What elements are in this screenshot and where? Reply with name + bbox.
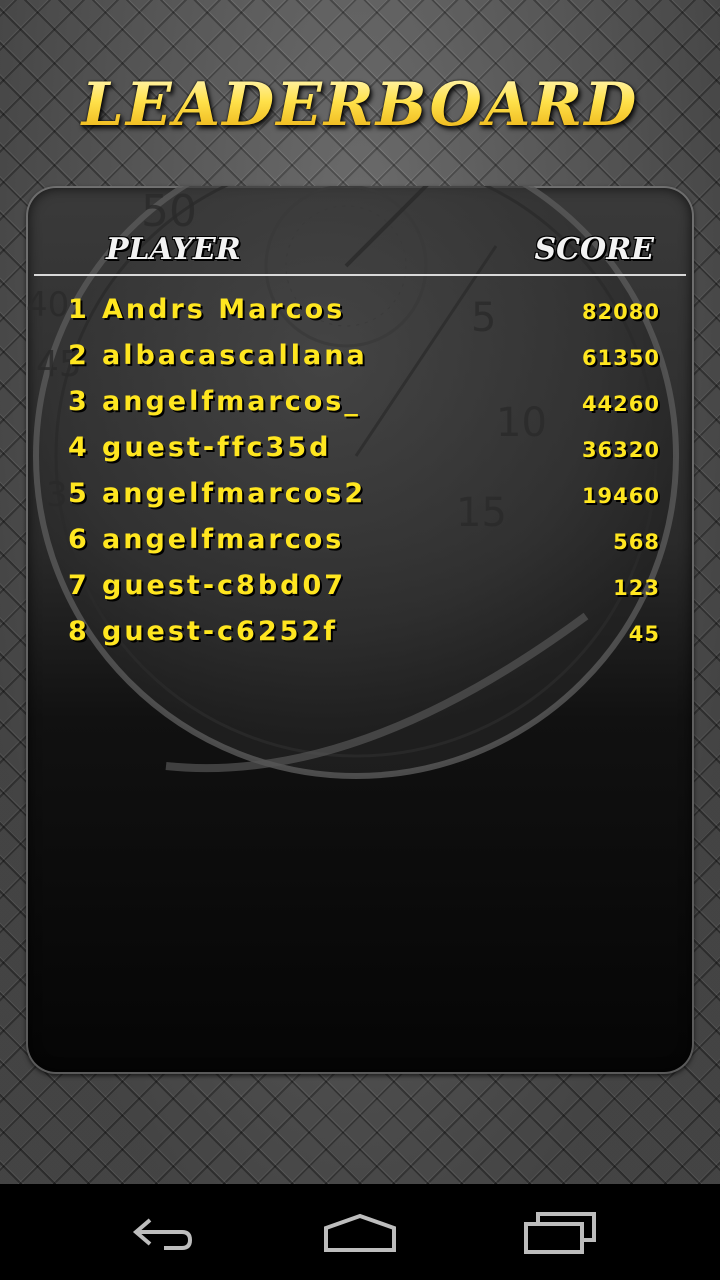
- header-divider: [34, 274, 686, 276]
- screen: LEADERBOARD 50 5 10 15 45 35 40 PLAYER S…: [0, 0, 720, 1280]
- leaderboard-row: 6 angelfmarcos 568: [26, 520, 694, 566]
- page-title: LEADERBOARD: [0, 70, 720, 140]
- leaderboard-row: 7 guest-c8bd07 123: [26, 566, 694, 612]
- player-name: albacascallana: [102, 340, 368, 371]
- player-score: 568: [613, 530, 660, 554]
- leaderboard-row: 3 angelfmarcos_ 44260: [26, 382, 694, 428]
- player-score: 123: [613, 576, 660, 600]
- svg-text:50: 50: [141, 186, 197, 237]
- recent-apps-button[interactable]: [500, 1202, 620, 1262]
- player-score: 19460: [581, 484, 660, 508]
- leaderboard-row: 2 albacascallana 61350: [26, 336, 694, 382]
- leaderboard-panel: 50 5 10 15 45 35 40 PLAYER SCORE 1 Andrs…: [26, 186, 694, 1074]
- player-column-header: PLAYER: [106, 232, 241, 267]
- player-score: 82080: [581, 300, 660, 324]
- player-score: 36320: [581, 438, 660, 462]
- leaderboard-row: 1 Andrs Marcos 82080: [26, 290, 694, 336]
- player-name: guest-c6252f: [102, 616, 338, 647]
- recent-apps-icon: [524, 1212, 596, 1254]
- player-name: Andrs Marcos: [102, 294, 346, 325]
- leaderboard-row: 8 guest-c6252f 45: [26, 612, 694, 658]
- home-icon: [324, 1213, 396, 1252]
- home-button[interactable]: [300, 1202, 420, 1262]
- score-column-header: SCORE: [534, 232, 654, 267]
- system-navigation-bar: [0, 1184, 720, 1280]
- rank-number: 5: [68, 478, 87, 509]
- player-score: 45: [628, 622, 660, 646]
- rank-number: 2: [68, 340, 87, 371]
- player-name: guest-c8bd07: [102, 570, 347, 601]
- rank-number: 7: [68, 570, 87, 601]
- rank-number: 6: [68, 524, 87, 555]
- player-name: angelfmarcos: [102, 524, 345, 555]
- rank-number: 4: [68, 432, 87, 463]
- back-button[interactable]: [100, 1202, 220, 1262]
- player-name: guest-ffc35d: [102, 432, 332, 463]
- back-icon: [132, 1218, 193, 1250]
- leaderboard-row: 4 guest-ffc35d 36320: [26, 428, 694, 474]
- player-name: angelfmarcos_: [102, 386, 361, 417]
- player-score: 44260: [581, 392, 660, 416]
- rank-number: 3: [68, 386, 87, 417]
- rank-number: 8: [68, 616, 87, 647]
- player-score: 61350: [581, 346, 660, 370]
- leaderboard-row: 5 angelfmarcos2 19460: [26, 474, 694, 520]
- player-name: angelfmarcos2: [102, 478, 367, 509]
- rank-number: 1: [68, 294, 87, 325]
